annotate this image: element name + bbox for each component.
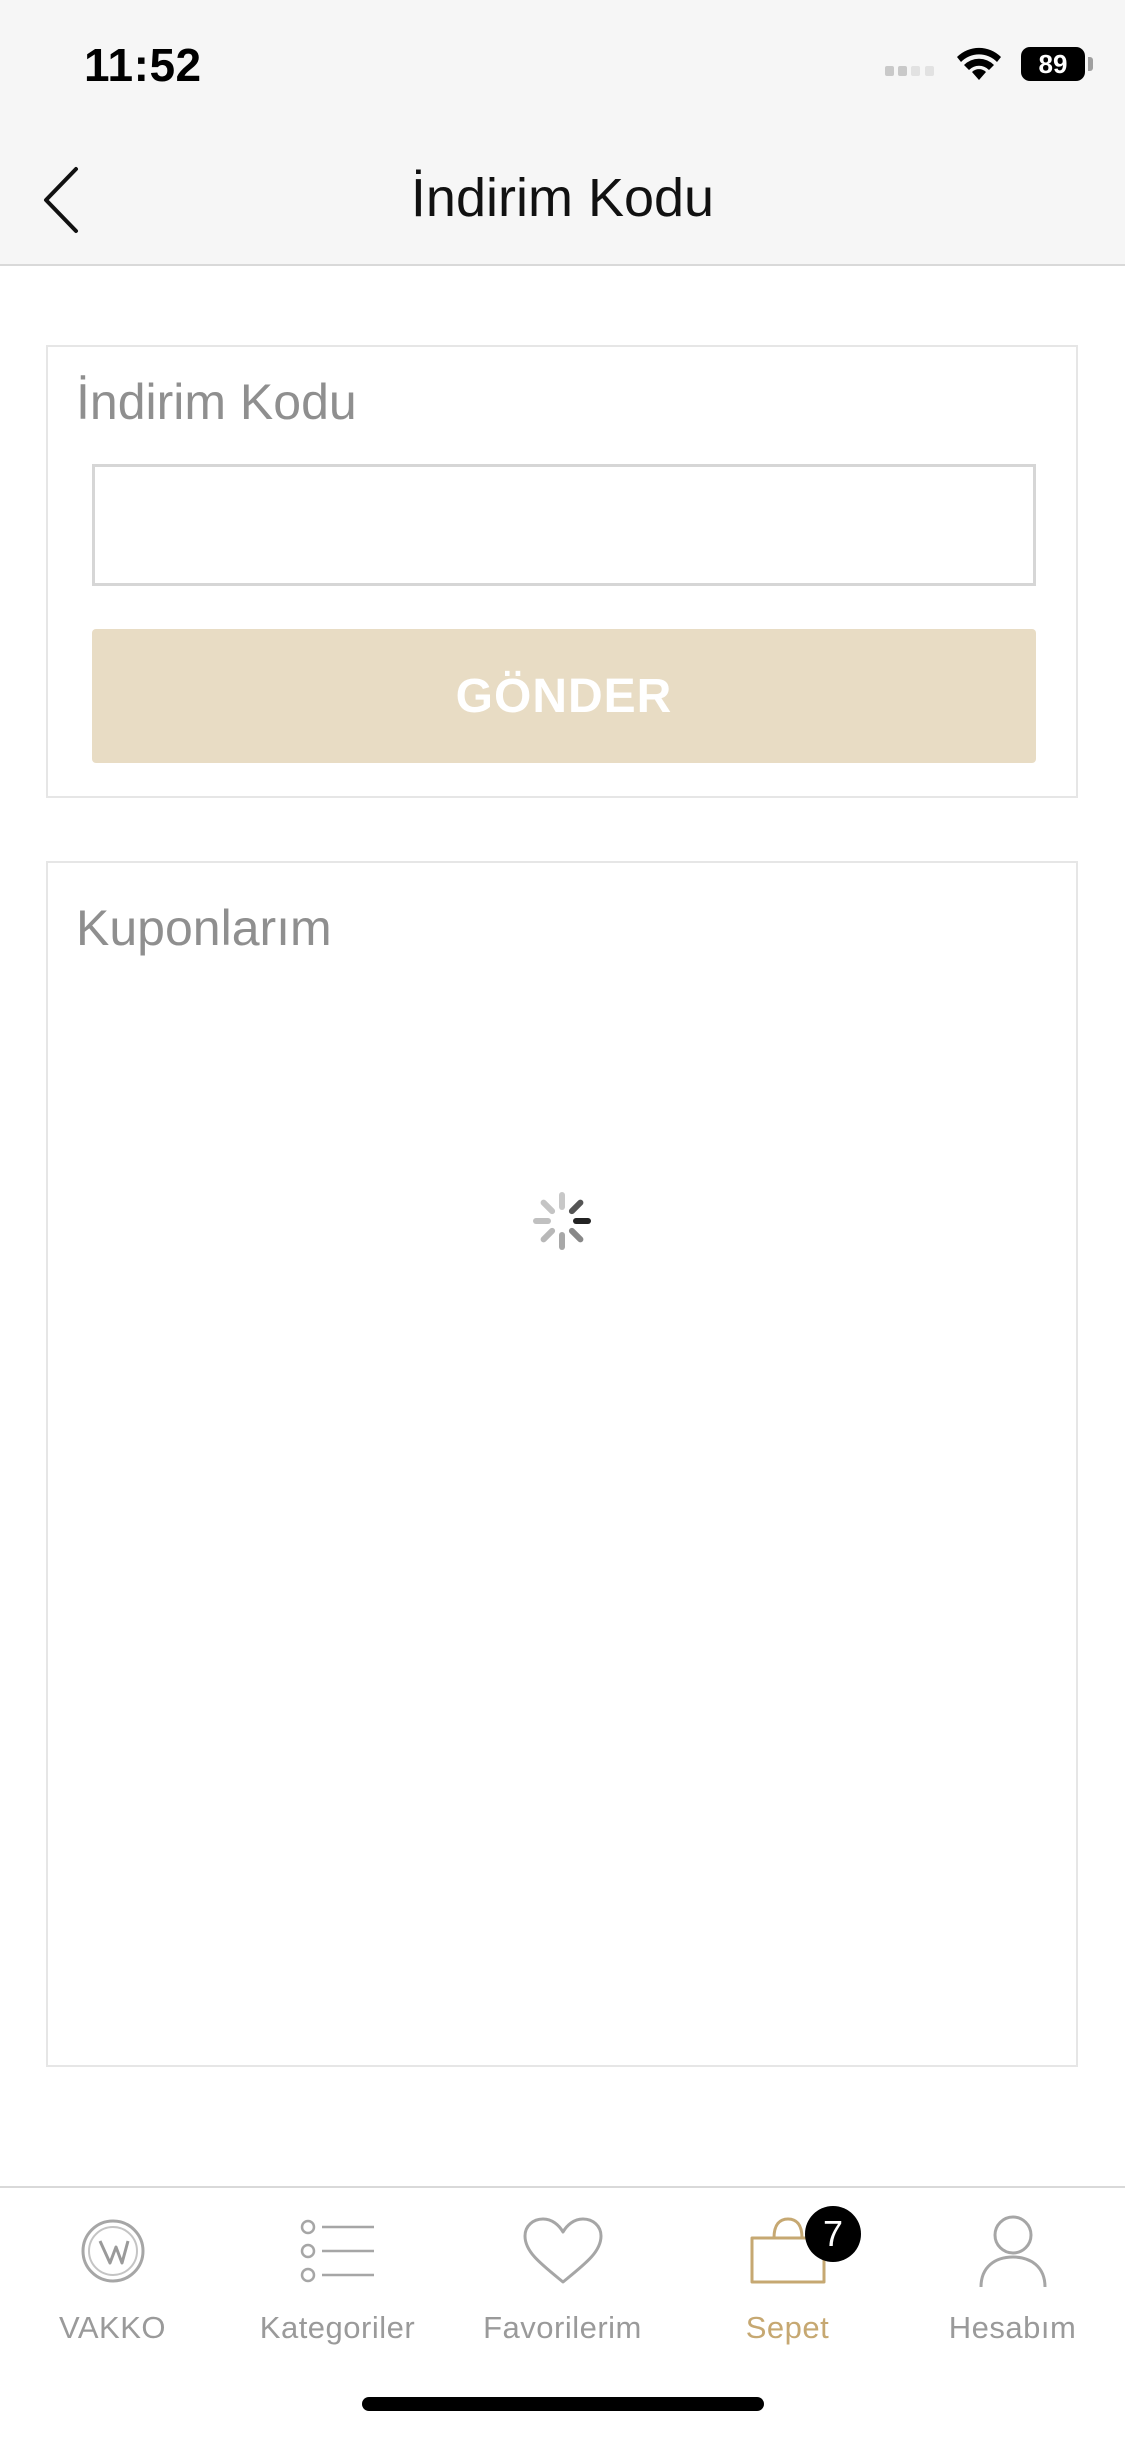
tab-label: Hesabım [948, 2310, 1077, 2345]
navigation-bar: İndirim Kodu [0, 132, 1125, 266]
cart-count-badge: 7 [805, 2206, 861, 2262]
user-icon [979, 2215, 1046, 2288]
tab-kategoriler[interactable]: Kategoriler [225, 2208, 450, 2358]
back-button[interactable] [22, 160, 102, 240]
chevron-left-icon [44, 167, 78, 233]
tab-label: VAKKO [58, 2310, 167, 2345]
wifi-icon [957, 47, 1001, 80]
status-icons: 89 [885, 46, 1093, 82]
status-bar: 11:52 89 [0, 0, 1125, 132]
vakko-logo-icon [81, 2219, 144, 2283]
submit-button[interactable]: GÖNDER [92, 629, 1036, 763]
coupons-card: Kuponlarım [46, 861, 1078, 2067]
battery-icon: 89 [1021, 47, 1093, 81]
page-title: İndirim Kodu [410, 168, 715, 228]
tab-sepet[interactable]: 7 Sepet [675, 2206, 900, 2358]
tab-label: Favorilerim [483, 2310, 642, 2345]
tab-label: Kategoriler [259, 2310, 416, 2345]
tab-label: Sepet [745, 2310, 830, 2345]
discount-code-title: İndirim Kodu [76, 374, 357, 430]
battery-level: 89 [1038, 48, 1068, 79]
tab-hesabim[interactable]: Hesabım [900, 2208, 1125, 2358]
loading-spinner-icon [533, 1192, 591, 1250]
status-time: 11:52 [84, 39, 202, 91]
list-icon [300, 2219, 374, 2283]
signal-icon [885, 66, 934, 76]
discount-code-card: İndirim Kodu GÖNDER [46, 345, 1078, 798]
heart-icon [523, 2217, 602, 2284]
discount-code-input[interactable] [92, 464, 1036, 586]
coupons-title: Kuponlarım [76, 900, 332, 956]
tab-favorilerim[interactable]: Favorilerim [450, 2208, 675, 2358]
tab-vakko[interactable]: VAKKO [0, 2208, 225, 2358]
home-indicator [362, 2397, 764, 2411]
